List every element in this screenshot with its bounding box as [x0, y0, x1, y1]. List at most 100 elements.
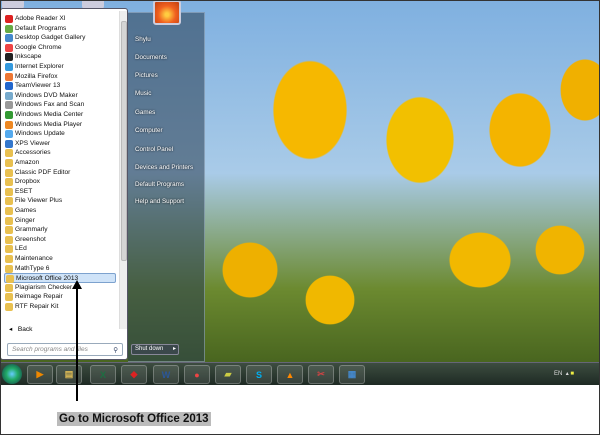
program-item[interactable]: Plagiarism Checker X — [4, 283, 116, 293]
program-item[interactable]: RTF Repair Kit — [4, 302, 116, 312]
place-item[interactable]: Documents — [135, 54, 167, 61]
program-item[interactable]: Desktop Gadget Gallery — [4, 33, 116, 43]
taskbar-app[interactable]: ▰ — [215, 365, 241, 384]
folder-icon — [5, 207, 13, 215]
program-item[interactable]: Windows DVD Maker — [4, 91, 116, 101]
program-item[interactable]: Dropbox — [4, 177, 116, 187]
media-player-icon: ▶ — [36, 369, 44, 379]
snipping-tool-icon: ✂ — [317, 369, 325, 379]
default-programs-icon — [5, 24, 13, 33]
vlc-icon: ▲ — [285, 369, 295, 380]
start-menu-programs: Adobe Reader XI Default Programs Desktop G… — [0, 8, 128, 360]
program-item[interactable]: Adobe Reader XI — [4, 14, 116, 24]
xps-icon — [5, 139, 13, 148]
shutdown-options-icon[interactable]: ▸ — [173, 345, 176, 354]
scrollbar[interactable] — [119, 11, 127, 329]
folder-icon — [5, 245, 13, 254]
taskbar-app[interactable]: ▤ — [56, 365, 82, 384]
start-menu-places: Shylu Documents Pictures Music Games Computer… — [128, 12, 205, 362]
place-item[interactable]: Control Panel — [135, 146, 173, 153]
program-item[interactable]: File Viewer Plus — [4, 196, 116, 206]
program-item[interactable]: Windows Update — [4, 129, 116, 139]
caption: Go to Microsoft Office 2013 — [57, 412, 211, 426]
folder-icon — [5, 187, 13, 196]
folder-icon — [5, 283, 13, 292]
desktop: Adobe Reader XI Default Programs Desktop G… — [0, 0, 600, 385]
gadget-icon — [5, 34, 13, 43]
program-item[interactable]: Mozilla Firefox — [4, 72, 116, 82]
chrome-icon — [5, 43, 13, 52]
program-item[interactable]: TeamViewer 13 — [4, 81, 116, 91]
program-item[interactable]: ESET — [4, 187, 116, 197]
place-item[interactable]: Computer — [135, 127, 163, 134]
folder-icon — [5, 235, 13, 244]
place-item[interactable]: Pictures — [135, 72, 158, 79]
place-item[interactable]: Shylu — [135, 36, 151, 43]
folder-icon — [5, 303, 13, 311]
taskbar-app[interactable]: ◆ — [121, 365, 147, 384]
search-input[interactable]: Search programs and files ⚲ — [7, 343, 123, 356]
taskbar-app[interactable]: ▶ — [27, 365, 53, 384]
program-item[interactable]: Microsoft Office 2013 — [4, 273, 116, 284]
word-icon: W — [161, 369, 171, 380]
program-item[interactable]: Classic PDF Editor — [4, 168, 116, 178]
taskbar-app[interactable]: S — [246, 365, 272, 384]
dvd-icon — [5, 91, 13, 100]
scrollbar-thumb[interactable] — [121, 21, 127, 261]
notes-icon[interactable]: ■ — [570, 371, 574, 377]
folder-icon — [5, 159, 13, 167]
folder-icon — [5, 216, 13, 225]
program-item[interactable]: XPS Viewer — [4, 139, 116, 149]
folder-icon — [5, 255, 13, 263]
program-item[interactable]: MathType 6 — [4, 264, 116, 274]
search-icon: ⚲ — [113, 347, 118, 354]
program-item[interactable]: Ginger — [4, 216, 116, 226]
media-center-icon — [5, 111, 13, 119]
back-button[interactable]: ◂ Back — [9, 325, 32, 333]
program-item[interactable]: Windows Media Player — [4, 120, 116, 130]
language-indicator[interactable]: EN — [554, 371, 562, 377]
program-item[interactable]: Grammarly — [4, 225, 116, 235]
adobe-icon — [5, 15, 13, 23]
show-hidden-icons-icon[interactable]: ▴ — [566, 371, 569, 377]
program-item[interactable]: Amazon — [4, 158, 116, 168]
media-player-icon — [5, 120, 13, 129]
place-item[interactable]: Help and Support — [135, 198, 184, 205]
place-item[interactable]: Music — [135, 90, 151, 97]
taskbar-app[interactable]: ✂ — [308, 365, 334, 384]
program-item[interactable]: Internet Explorer — [4, 62, 116, 72]
chrome-icon: ● — [194, 369, 200, 380]
shutdown-button[interactable]: Shut down ▸ — [131, 344, 179, 355]
program-item[interactable]: Google Chrome — [4, 43, 116, 53]
program-item[interactable]: Inkscape — [4, 52, 116, 62]
file-explorer-icon: ▤ — [64, 369, 74, 379]
folder-icon — [5, 149, 13, 158]
taskbar-app[interactable]: ● — [184, 365, 210, 384]
user-avatar[interactable] — [153, 0, 181, 25]
program-item[interactable]: Reimage Repair — [4, 292, 116, 302]
folder-icon — [5, 226, 13, 235]
system-tray: EN ▴ ■ — [554, 370, 574, 377]
start-button[interactable] — [2, 364, 22, 384]
sticky-notes-icon: ▰ — [224, 369, 232, 379]
taskbar: ▶ ▤ X ◆ W ● ▰ S ▲ ✂ ▦ EN ▴ ■ — [0, 362, 600, 385]
taskbar-app[interactable]: ▲ — [277, 365, 303, 384]
skype-icon: S — [255, 369, 262, 380]
program-item[interactable]: Maintenance — [4, 254, 116, 264]
program-item[interactable]: Windows Fax and Scan — [4, 100, 116, 110]
place-item[interactable]: Default Programs — [135, 181, 184, 188]
taskbar-app[interactable]: X — [90, 365, 116, 384]
back-arrow-icon: ◂ — [9, 326, 13, 333]
folder-icon — [5, 168, 13, 177]
place-item[interactable]: Devices and Printers — [135, 164, 193, 171]
place-item[interactable]: Games — [135, 109, 155, 116]
program-item[interactable]: LEd — [4, 244, 116, 254]
program-item[interactable]: Default Programs — [4, 24, 116, 34]
program-item[interactable]: Games — [4, 206, 116, 216]
excel-icon: X — [99, 369, 106, 380]
program-item[interactable]: Accessories — [4, 148, 116, 158]
program-item[interactable]: Windows Media Center — [4, 110, 116, 120]
taskbar-app[interactable]: W — [153, 365, 179, 384]
program-item[interactable]: Greenshot — [4, 235, 116, 245]
taskbar-app[interactable]: ▦ — [339, 365, 365, 384]
